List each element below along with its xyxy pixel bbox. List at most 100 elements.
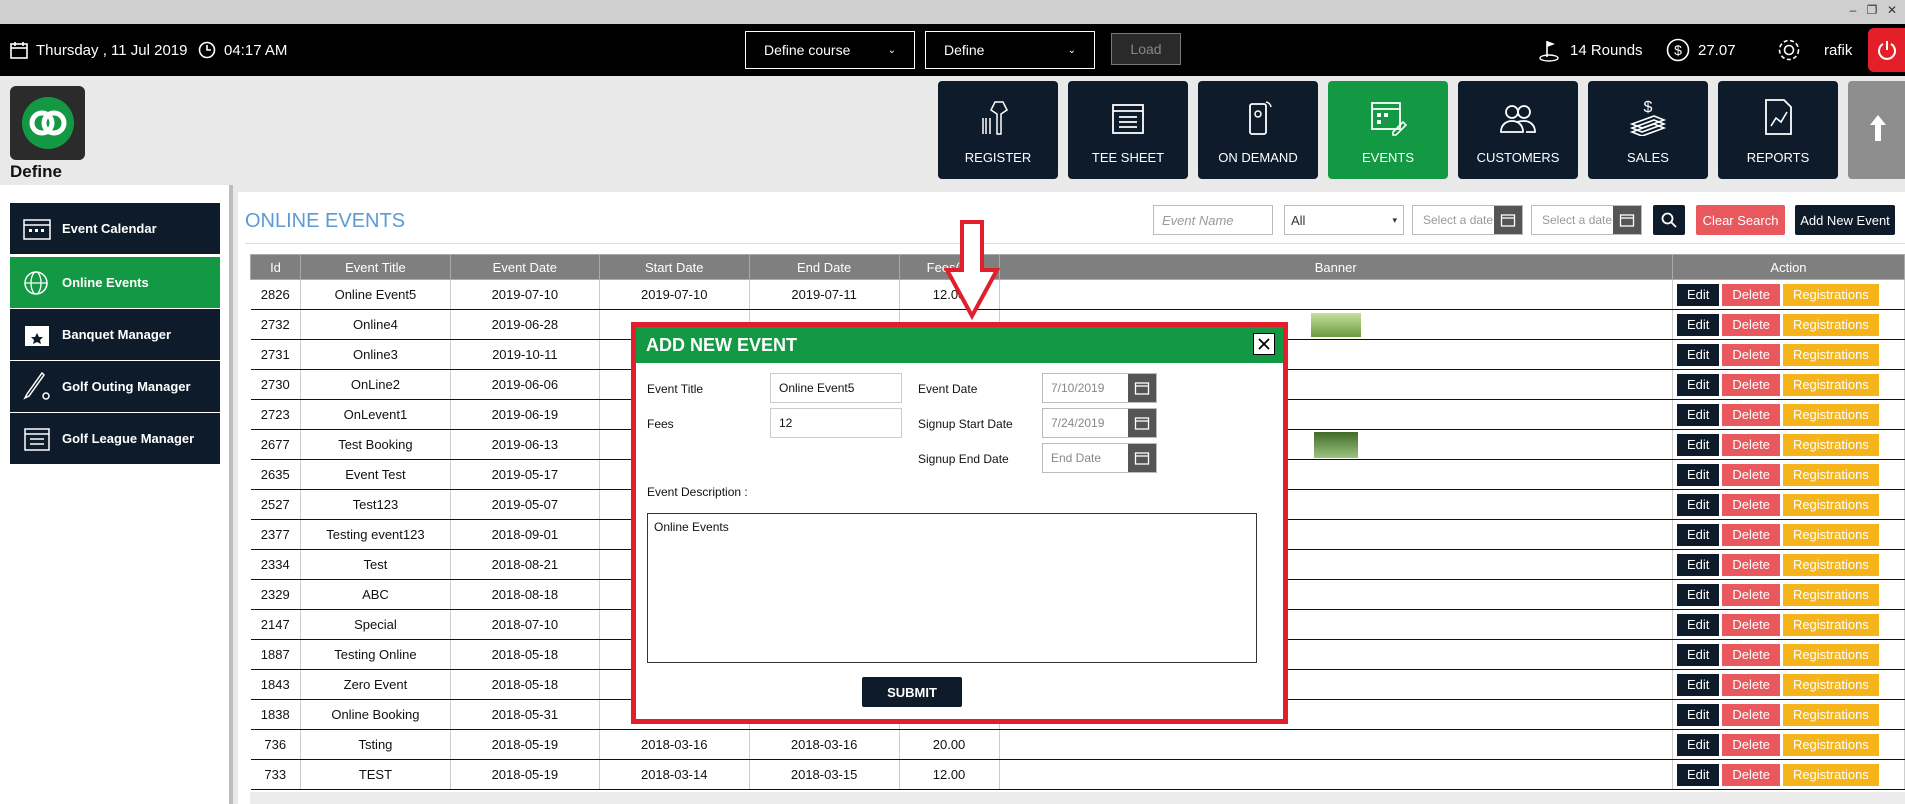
event-name-search-input[interactable]: Event Name bbox=[1153, 205, 1273, 235]
edit-button[interactable]: Edit bbox=[1676, 463, 1720, 486]
registrations-button[interactable]: Registrations bbox=[1782, 553, 1879, 576]
edit-button[interactable]: Edit bbox=[1676, 673, 1720, 696]
delete-button[interactable]: Delete bbox=[1722, 643, 1780, 666]
sidebar-item-golf-league-manager[interactable]: Golf League Manager bbox=[10, 413, 220, 464]
delete-button[interactable]: Delete bbox=[1722, 283, 1780, 306]
edit-button[interactable]: Edit bbox=[1676, 523, 1720, 546]
registrations-button[interactable]: Registrations bbox=[1782, 433, 1879, 456]
delete-button[interactable]: Delete bbox=[1722, 343, 1780, 366]
delete-button[interactable]: Delete bbox=[1722, 313, 1780, 336]
delete-button[interactable]: Delete bbox=[1722, 493, 1780, 516]
edit-button[interactable]: Edit bbox=[1676, 493, 1720, 516]
edit-button[interactable]: Edit bbox=[1676, 733, 1720, 756]
registrations-button[interactable]: Registrations bbox=[1782, 583, 1879, 606]
power-button[interactable] bbox=[1868, 28, 1905, 72]
event-filter-select[interactable]: All ▾ bbox=[1284, 205, 1404, 235]
edit-button[interactable]: Edit bbox=[1676, 433, 1720, 456]
table-cell-title: Testing Online bbox=[300, 639, 451, 670]
define-select[interactable]: Define ⌄ bbox=[925, 31, 1095, 69]
nav-sales[interactable]: $ SALES bbox=[1588, 81, 1708, 179]
nav-events[interactable]: EVENTS bbox=[1328, 81, 1448, 179]
calendar-icon[interactable] bbox=[1128, 444, 1156, 472]
submit-button[interactable]: SUBMIT bbox=[862, 677, 962, 707]
registrations-button[interactable]: Registrations bbox=[1782, 373, 1879, 396]
nav-on-demand[interactable]: ON DEMAND bbox=[1198, 81, 1318, 179]
edit-button[interactable]: Edit bbox=[1676, 553, 1720, 576]
description-textarea[interactable]: Online Events bbox=[647, 513, 1257, 663]
delete-button[interactable]: Delete bbox=[1722, 583, 1780, 606]
registrations-button[interactable]: Registrations bbox=[1782, 733, 1879, 756]
edit-button[interactable]: Edit bbox=[1676, 343, 1720, 366]
registrations-button[interactable]: Registrations bbox=[1782, 763, 1879, 786]
registrations-button[interactable]: Registrations bbox=[1782, 523, 1879, 546]
minimize-icon[interactable]: – bbox=[1843, 3, 1863, 17]
sidebar-item-banquet-manager[interactable]: Banquet Manager bbox=[10, 309, 220, 360]
edit-button[interactable]: Edit bbox=[1676, 613, 1720, 636]
calendar-icon[interactable] bbox=[1494, 206, 1522, 234]
registrations-button[interactable]: Registrations bbox=[1782, 313, 1879, 336]
signup-end-input[interactable]: End Date bbox=[1042, 443, 1157, 473]
registrations-button[interactable]: Registrations bbox=[1782, 703, 1879, 726]
edit-button[interactable]: Edit bbox=[1676, 763, 1720, 786]
registrations-button[interactable]: Registrations bbox=[1782, 643, 1879, 666]
edit-button[interactable]: Edit bbox=[1676, 283, 1720, 306]
delete-button[interactable]: Delete bbox=[1722, 403, 1780, 426]
delete-button[interactable]: Delete bbox=[1722, 733, 1780, 756]
registrations-button[interactable]: Registrations bbox=[1782, 403, 1879, 426]
add-new-event-button[interactable]: Add New Event bbox=[1795, 205, 1895, 235]
close-window-icon[interactable]: ✕ bbox=[1882, 3, 1902, 17]
delete-button[interactable]: Delete bbox=[1722, 553, 1780, 576]
horizontal-scrollbar[interactable] bbox=[250, 792, 1905, 804]
settings-user[interactable]: rafik bbox=[1776, 24, 1852, 76]
registrations-button[interactable]: Registrations bbox=[1782, 493, 1879, 516]
delete-button[interactable]: Delete bbox=[1722, 763, 1780, 786]
scroll-up-button[interactable] bbox=[1848, 81, 1905, 179]
edit-button[interactable]: Edit bbox=[1676, 703, 1720, 726]
course-select[interactable]: Define course ⌄ bbox=[745, 31, 915, 69]
nav-reports[interactable]: REPORTS bbox=[1718, 81, 1838, 179]
nav-tee-sheet[interactable]: TEE SHEET bbox=[1068, 81, 1188, 179]
event-title-input[interactable]: Online Event5 bbox=[770, 373, 902, 403]
close-icon[interactable] bbox=[1253, 333, 1275, 355]
edit-button[interactable]: Edit bbox=[1676, 643, 1720, 666]
start-date-filter[interactable]: Select a date bbox=[1412, 205, 1523, 235]
end-date-filter[interactable]: Select a date bbox=[1531, 205, 1642, 235]
registrations-button[interactable]: Registrations bbox=[1782, 673, 1879, 696]
calendar-icon[interactable] bbox=[1613, 206, 1641, 234]
calendar-icon[interactable] bbox=[1128, 409, 1156, 437]
calendar-icon[interactable] bbox=[1128, 374, 1156, 402]
edit-button[interactable]: Edit bbox=[1676, 313, 1720, 336]
edit-button[interactable]: Edit bbox=[1676, 583, 1720, 606]
delete-button[interactable]: Delete bbox=[1722, 523, 1780, 546]
nav-register[interactable]: REGISTER bbox=[938, 81, 1058, 179]
golf-course-thumbnail[interactable] bbox=[1310, 312, 1361, 337]
delete-button[interactable]: Delete bbox=[1722, 673, 1780, 696]
registrations-button[interactable]: Registrations bbox=[1782, 343, 1879, 366]
signup-start-input[interactable]: 7/24/2019 bbox=[1042, 408, 1157, 438]
delete-button[interactable]: Delete bbox=[1722, 373, 1780, 396]
registrations-button[interactable]: Registrations bbox=[1782, 613, 1879, 636]
sidebar-divider[interactable] bbox=[229, 185, 233, 804]
golf-cart-thumbnail[interactable] bbox=[1313, 431, 1358, 458]
clear-search-button[interactable]: Clear Search bbox=[1696, 205, 1785, 235]
edit-button[interactable]: Edit bbox=[1676, 373, 1720, 396]
sidebar-item-event-calendar[interactable]: Event Calendar bbox=[10, 203, 220, 254]
sidebar-item-online-events[interactable]: Online Events bbox=[10, 257, 220, 308]
delete-button[interactable]: Delete bbox=[1722, 463, 1780, 486]
restore-icon[interactable]: ❐ bbox=[1862, 3, 1882, 17]
gear-icon[interactable] bbox=[1776, 37, 1802, 63]
sidebar-item-golf-outing-manager[interactable]: Golf Outing Manager bbox=[10, 361, 220, 412]
nav-customers[interactable]: CUSTOMERS bbox=[1458, 81, 1578, 179]
search-button[interactable] bbox=[1653, 205, 1685, 235]
fees-input[interactable]: 12 bbox=[770, 408, 902, 438]
delete-button[interactable]: Delete bbox=[1722, 703, 1780, 726]
table-cell-actions: Edit Delete Registrations bbox=[1672, 429, 1905, 460]
load-button[interactable]: Load bbox=[1111, 33, 1181, 65]
event-date-input[interactable]: 7/10/2019 bbox=[1042, 373, 1157, 403]
delete-button[interactable]: Delete bbox=[1722, 433, 1780, 456]
registrations-button[interactable]: Registrations bbox=[1782, 463, 1879, 486]
registrations-button[interactable]: Registrations bbox=[1782, 283, 1879, 306]
delete-button[interactable]: Delete bbox=[1722, 613, 1780, 636]
table-cell-actions: Edit Delete Registrations bbox=[1672, 309, 1905, 340]
edit-button[interactable]: Edit bbox=[1676, 403, 1720, 426]
